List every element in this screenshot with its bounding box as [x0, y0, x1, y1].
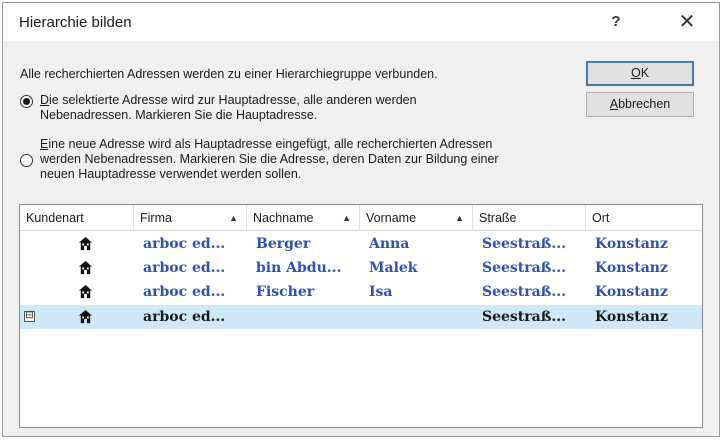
table-row[interactable]: arboc ed... Fischer Isa Seestraß... Kons… [20, 280, 702, 304]
ok-button-label: OK [630, 66, 650, 80]
house-icon [78, 284, 93, 299]
house-icon [78, 309, 93, 324]
radio-main-address[interactable] [20, 95, 33, 108]
column-header-vorname[interactable]: Vorname ▲ [360, 205, 473, 231]
column-label: Ort [592, 211, 610, 225]
sort-asc-icon: ▲ [229, 213, 238, 223]
cell-nachname: Berger [256, 236, 311, 252]
table-row-selected[interactable]: ⊟ arboc ed... Seestraß... Konstanz [20, 305, 702, 329]
grid-header: Kundenart Firma ▲ Nachname ▲ Vorname ▲ Stra… [20, 205, 702, 231]
cell-vorname: Isa [369, 284, 393, 300]
radio-new-address[interactable] [20, 154, 33, 167]
cell-firma: arboc ed... [143, 236, 226, 252]
column-header-ort[interactable]: Ort [586, 205, 702, 231]
cell-strasse: Seestraß... [482, 284, 566, 300]
option-new-address[interactable]: Eine neue Adresse wird als Hauptadresse … [20, 137, 499, 182]
column-label: Straße [479, 211, 517, 225]
cell-vorname [360, 305, 473, 329]
close-button[interactable]: ✕ [669, 9, 705, 35]
option-line: Eine neue Adresse wird als Hauptadresse … [40, 137, 493, 151]
hierarchie-dialog: Hierarchie bilden ? ✕ Alle recherchierte… [2, 2, 720, 437]
title-bar: Hierarchie bilden ? ✕ [3, 3, 719, 41]
cell-nachname: bin Abdu... [256, 260, 342, 276]
option-main-address[interactable]: Die selektierte Adresse wird zur Hauptad… [20, 93, 417, 123]
cell-vorname: Malek [369, 260, 418, 276]
house-icon [78, 260, 93, 275]
dialog-title: Hierarchie bilden [19, 14, 132, 31]
option-line: werden Nebenadressen. Markieren Sie die … [40, 152, 499, 166]
cell-nachname: Fischer [256, 284, 315, 300]
option-line: Nebenadressen. Markieren Sie die Hauptad… [40, 108, 318, 122]
column-label: Firma [140, 211, 172, 225]
help-button[interactable]: ? [599, 9, 633, 35]
cell-ort: Konstanz [595, 284, 668, 300]
cell-firma: arboc ed... [143, 284, 226, 300]
column-label: Kundenart [26, 211, 84, 225]
column-label: Nachname [253, 211, 314, 225]
option-line: Die selektierte Adresse wird zur Hauptad… [40, 93, 417, 107]
cell-strasse: Seestraß... [482, 260, 566, 276]
option-line: neuen Hauptadresse verwendet werden soll… [40, 167, 302, 181]
cell-nachname [247, 305, 360, 329]
ok-button[interactable]: OK [586, 61, 694, 86]
cell-ort: Konstanz [595, 309, 668, 325]
cell-ort: Konstanz [595, 260, 668, 276]
column-header-firma[interactable]: Firma ▲ [134, 205, 247, 231]
cell-firma: arboc ed... [143, 309, 226, 325]
cell-strasse: Seestraß... [482, 309, 566, 325]
sort-asc-icon: ▲ [342, 213, 351, 223]
column-label: Vorname [366, 211, 417, 225]
table-row[interactable]: arboc ed... Berger Anna Seestraß... Kons… [20, 232, 702, 256]
cell-vorname: Anna [369, 236, 410, 252]
house-icon [78, 236, 93, 251]
cell-firma: arboc ed... [143, 260, 226, 276]
cancel-button[interactable]: Abbrechen [586, 92, 694, 117]
option-main-address-label: Die selektierte Adresse wird zur Hauptad… [40, 93, 417, 123]
column-header-strasse[interactable]: Straße [473, 205, 586, 231]
intro-text: Alle recherchierten Adressen werden zu e… [20, 67, 438, 81]
address-grid[interactable]: Kundenart Firma ▲ Nachname ▲ Vorname ▲ Stra… [19, 204, 703, 428]
table-row[interactable]: arboc ed... bin Abdu... Malek Seestraß..… [20, 256, 702, 280]
column-header-kundenart[interactable]: Kundenart [20, 205, 134, 231]
sort-asc-icon: ▲ [455, 213, 464, 223]
cell-strasse: Seestraß... [482, 236, 566, 252]
cell-ort: Konstanz [595, 236, 668, 252]
cancel-button-label: Abbrechen [609, 97, 671, 111]
column-header-nachname[interactable]: Nachname ▲ [247, 205, 360, 231]
collapse-toggle-icon[interactable]: ⊟ [24, 311, 35, 322]
option-new-address-label: Eine neue Adresse wird als Hauptadresse … [40, 137, 499, 182]
